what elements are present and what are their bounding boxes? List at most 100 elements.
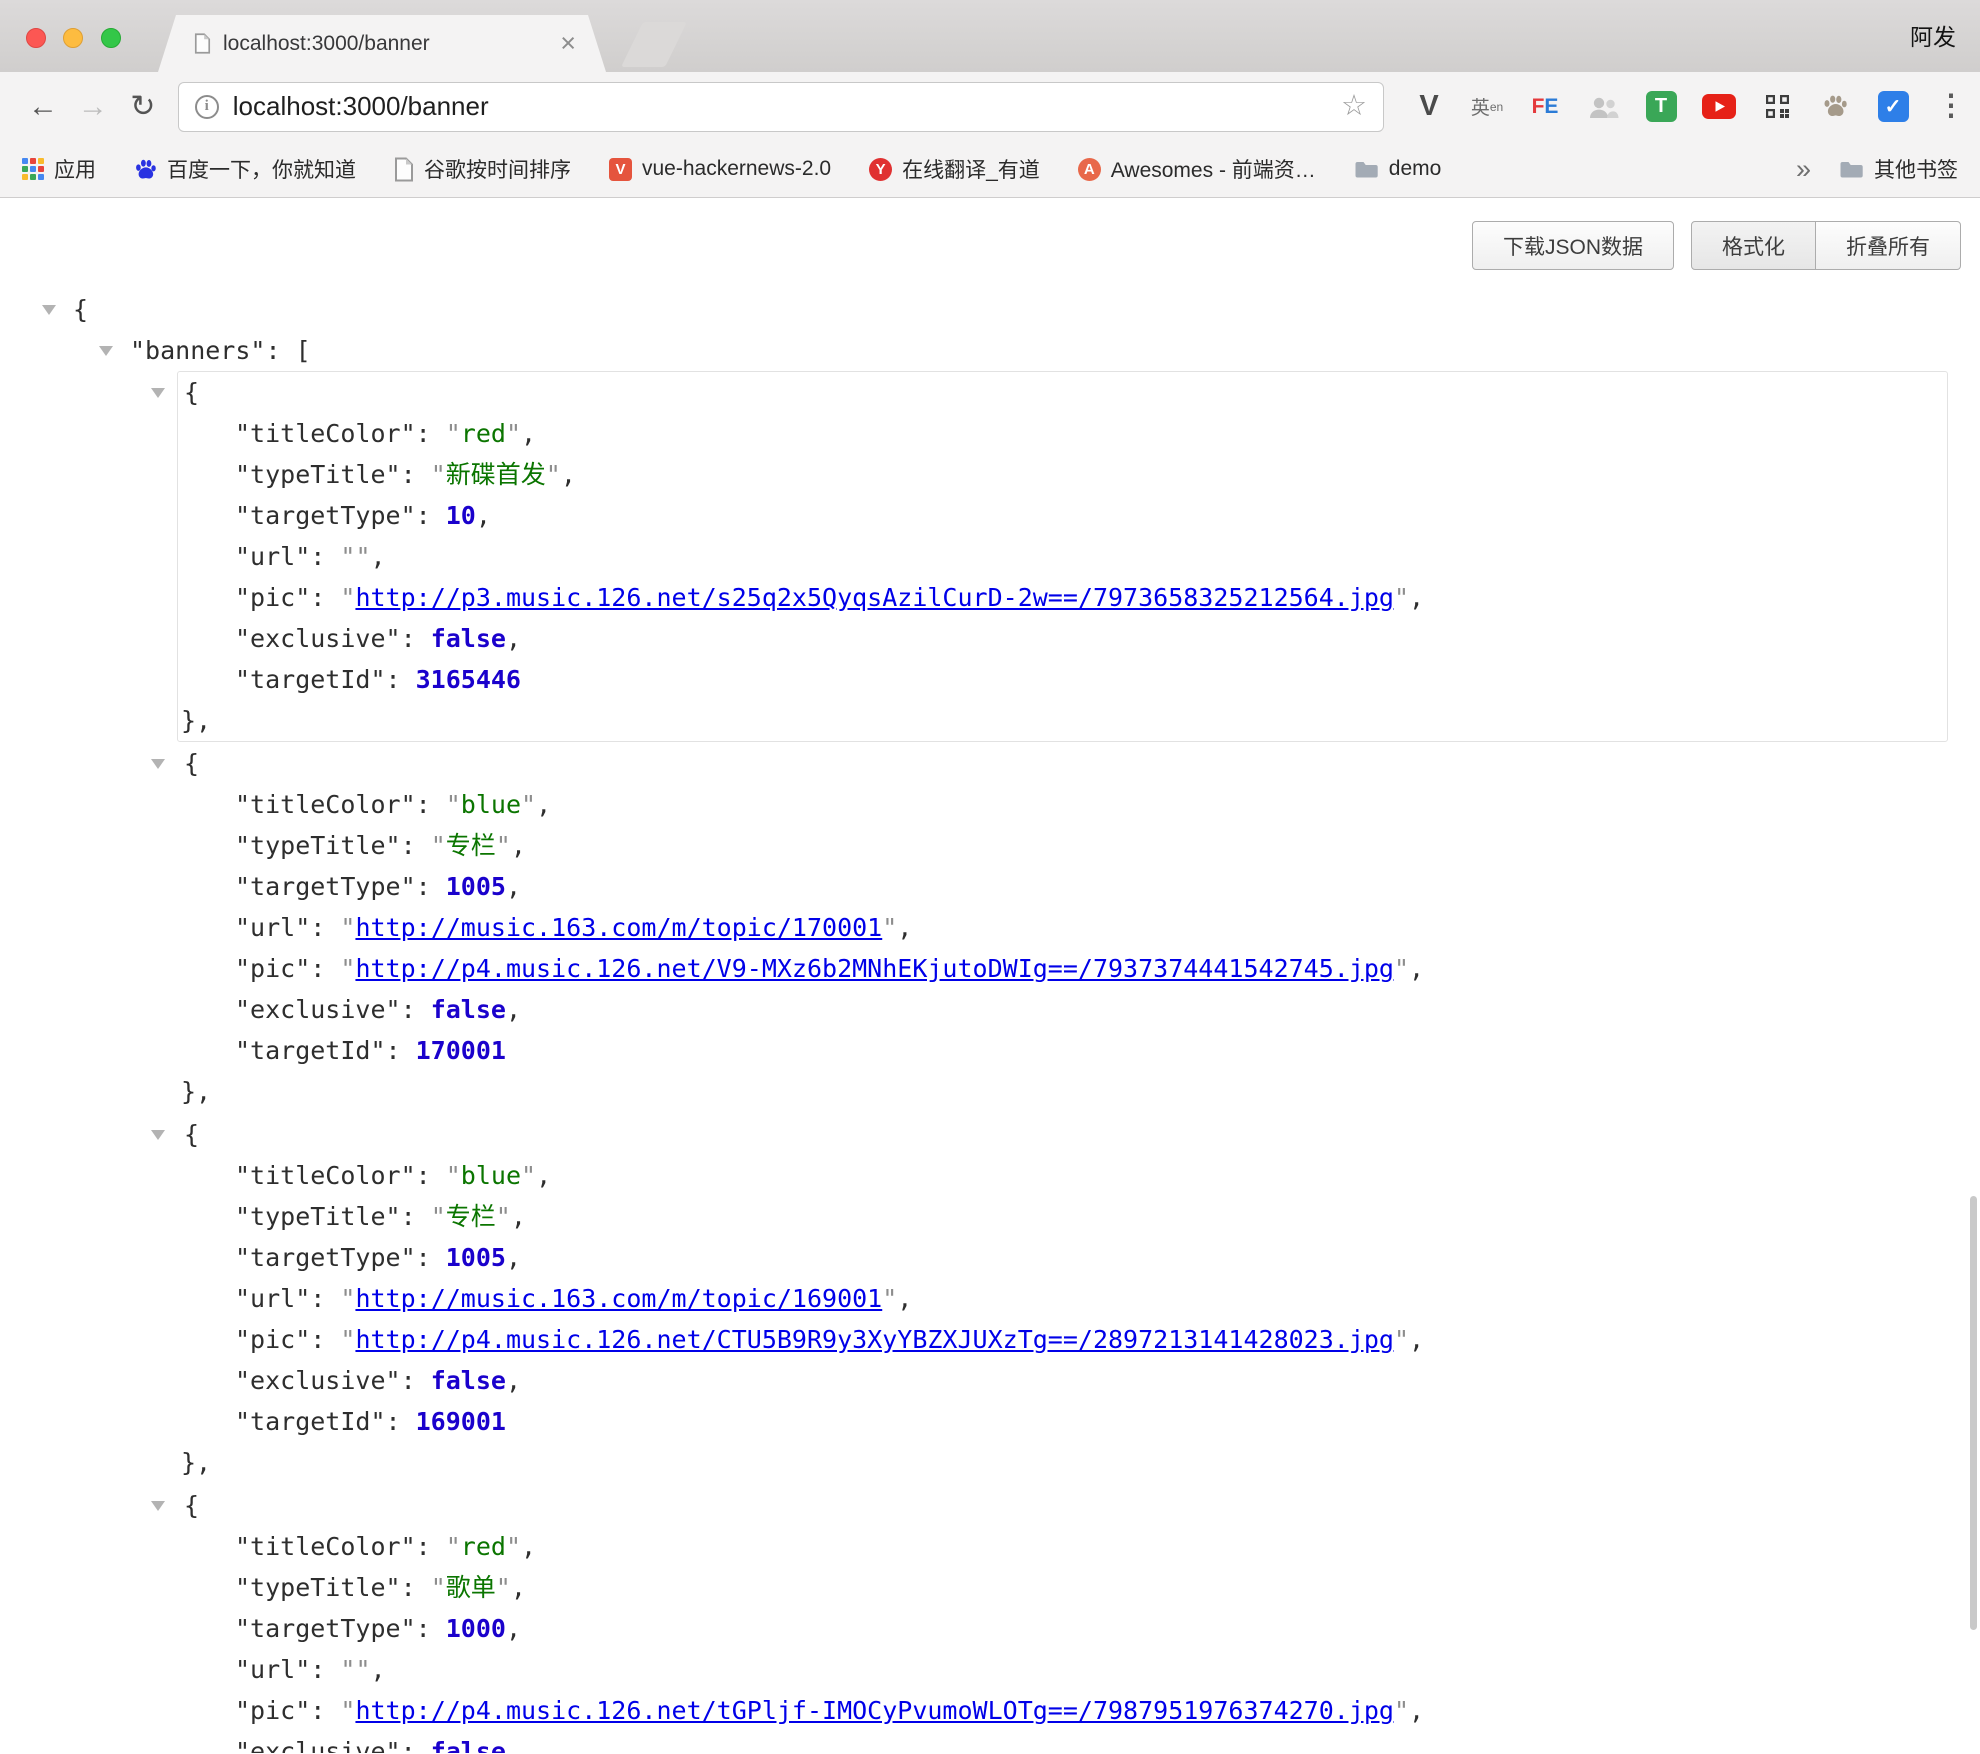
json-line: {	[0, 289, 1980, 330]
json-boolean: false	[431, 624, 506, 653]
json-boolean: false	[431, 1366, 506, 1395]
url-text[interactable]: localhost:3000/banner	[233, 91, 1341, 122]
collapse-toggle-icon[interactable]	[151, 1501, 165, 1511]
json-url-link[interactable]: http://p4.music.126.net/V9-MXz6b2MNhEKju…	[355, 954, 1394, 983]
collapse-toggle-icon[interactable]	[99, 346, 113, 356]
shield-check-icon[interactable]: ✓	[1870, 86, 1916, 128]
tab-favicon-icon	[194, 33, 211, 54]
bookmark-item[interactable]: Y在线翻译_有道	[869, 154, 1040, 184]
json-string: red	[461, 419, 506, 448]
json-line: "pic": "http://p4.music.126.net/V9-MXz6b…	[178, 948, 1947, 989]
json-line: {	[178, 743, 1947, 784]
json-url-link[interactable]: http://music.163.com/m/topic/169001	[355, 1284, 882, 1313]
bookmark-item[interactable]: AAwesomes - 前端资…	[1078, 154, 1316, 184]
page-icon	[394, 157, 414, 182]
browser-menu-icon[interactable]: ⋮	[1928, 86, 1974, 128]
json-line: "pic": "http://p4.music.126.net/CTU5B9R9…	[178, 1319, 1947, 1360]
translate-icon[interactable]: 英en	[1464, 86, 1510, 128]
json-key: "exclusive"	[235, 1366, 401, 1395]
json-key: "pic"	[235, 1696, 310, 1725]
collapse-all-button[interactable]: 折叠所有	[1815, 221, 1961, 270]
json-key: "pic"	[235, 583, 310, 612]
forward-button[interactable]: →	[68, 90, 118, 124]
json-key: "pic"	[235, 1325, 310, 1354]
json-line: "pic": "http://p3.music.126.net/s25q2x5Q…	[178, 577, 1947, 618]
json-string: blue	[461, 790, 521, 819]
json-line: "titleColor": "red",	[178, 1526, 1947, 1567]
json-viewer: {"banners": [{"titleColor": "red","typeT…	[0, 198, 1980, 1753]
minimize-window-button[interactable]	[63, 28, 83, 48]
json-key: "typeTitle"	[235, 1202, 401, 1231]
fullscreen-window-button[interactable]	[101, 28, 121, 48]
json-url-link[interactable]: http://music.163.com/m/topic/170001	[355, 913, 882, 942]
json-line: "targetType": 1000,	[178, 1608, 1947, 1649]
qr-code-icon[interactable]	[1754, 86, 1800, 128]
json-url-link[interactable]: http://p3.music.126.net/s25q2x5QyqsAzilC…	[355, 583, 1394, 612]
other-bookmarks-folder[interactable]: 其他书签	[1839, 154, 1958, 184]
json-line: "banners": [	[0, 330, 1980, 371]
banner-object: {"titleColor": "red","typeTitle": "新碟首发"…	[177, 371, 1948, 742]
json-url-link[interactable]: http://p4.music.126.net/CTU5B9R9y3XyYBZX…	[355, 1325, 1394, 1354]
scrollbar-thumb[interactable]	[1970, 1196, 1977, 1630]
format-button[interactable]: 格式化	[1691, 221, 1816, 270]
json-string: 专栏	[446, 831, 496, 860]
new-tab-button[interactable]	[621, 22, 687, 67]
page-actions: 下载JSON数据 格式化 折叠所有	[1472, 221, 1961, 270]
json-key: "targetId"	[235, 1407, 386, 1436]
json-key: "typeTitle"	[235, 831, 401, 860]
vimium-icon[interactable]: V	[1406, 86, 1452, 128]
close-window-button[interactable]	[26, 28, 46, 48]
json-url-link[interactable]: http://p4.music.126.net/tGPljf-IMOCyPvum…	[355, 1696, 1394, 1725]
collapse-toggle-icon[interactable]	[42, 305, 56, 315]
json-line: "exclusive": false,	[178, 989, 1947, 1030]
json-line: "exclusive": false,	[178, 618, 1947, 659]
browser-window: localhost:3000/banner × 阿发 ← → ↻ i local…	[0, 0, 1980, 1754]
bookmark-item[interactable]: 应用	[22, 154, 96, 184]
json-string: 歌单	[446, 1573, 496, 1602]
collapse-toggle-icon[interactable]	[151, 759, 165, 769]
address-bar[interactable]: i localhost:3000/banner ☆	[178, 82, 1384, 132]
json-key: "titleColor"	[235, 419, 416, 448]
json-key: "titleColor"	[235, 1161, 416, 1190]
vue-v-icon: V	[609, 158, 632, 181]
profile-name: 阿发	[1910, 18, 1956, 52]
json-key: "url"	[235, 1655, 310, 1684]
people-share-icon[interactable]	[1580, 86, 1626, 128]
json-line: "targetId": 3165446	[178, 659, 1947, 700]
bookmark-star-icon[interactable]: ☆	[1341, 92, 1367, 121]
json-line: "typeTitle": "专栏",	[178, 825, 1947, 866]
json-number: 1005	[446, 1243, 506, 1272]
reload-button[interactable]: ↻	[118, 89, 168, 124]
fe-icon[interactable]: FE	[1522, 86, 1568, 128]
bookmark-item[interactable]: Vvue-hackernews-2.0	[609, 157, 831, 181]
collapse-toggle-icon[interactable]	[151, 1130, 165, 1140]
page-info-icon[interactable]: i	[195, 95, 219, 119]
json-line: "targetType": 1005,	[178, 866, 1947, 907]
json-line: "typeTitle": "歌单",	[178, 1567, 1947, 1608]
json-line: "url": "",	[178, 536, 1947, 577]
json-line: "typeTitle": "新碟首发",	[178, 454, 1947, 495]
bookmark-item[interactable]: 谷歌按时间排序	[394, 154, 571, 184]
active-tab[interactable]: localhost:3000/banner ×	[158, 15, 606, 72]
download-json-button[interactable]: 下载JSON数据	[1472, 221, 1674, 270]
bookmark-item[interactable]: demo	[1354, 157, 1442, 181]
json-line: "url": "",	[178, 1649, 1947, 1690]
bookmarks-overflow-icon[interactable]: »	[1796, 154, 1811, 185]
json-key: "typeTitle"	[235, 460, 401, 489]
json-line: "titleColor": "blue",	[178, 1155, 1947, 1196]
json-boolean: false	[431, 995, 506, 1024]
tab-close-icon[interactable]: ×	[560, 30, 576, 57]
back-button[interactable]: ←	[18, 90, 68, 124]
bookmark-item[interactable]: 百度一下，你就知道	[134, 154, 356, 184]
green-t-badge-icon[interactable]: T	[1638, 86, 1684, 128]
json-string: red	[461, 1532, 506, 1561]
json-line: "url": "http://music.163.com/m/topic/169…	[178, 1278, 1947, 1319]
bookmark-label: 应用	[54, 154, 96, 184]
collapse-toggle-icon[interactable]	[151, 388, 165, 398]
youtube-icon[interactable]	[1696, 86, 1742, 128]
paw-print-icon[interactable]	[1812, 86, 1858, 128]
bookmark-label: demo	[1389, 157, 1442, 181]
json-line: {	[178, 1485, 1947, 1526]
json-line: "titleColor": "red",	[178, 413, 1947, 454]
json-key: "url"	[235, 1284, 310, 1313]
